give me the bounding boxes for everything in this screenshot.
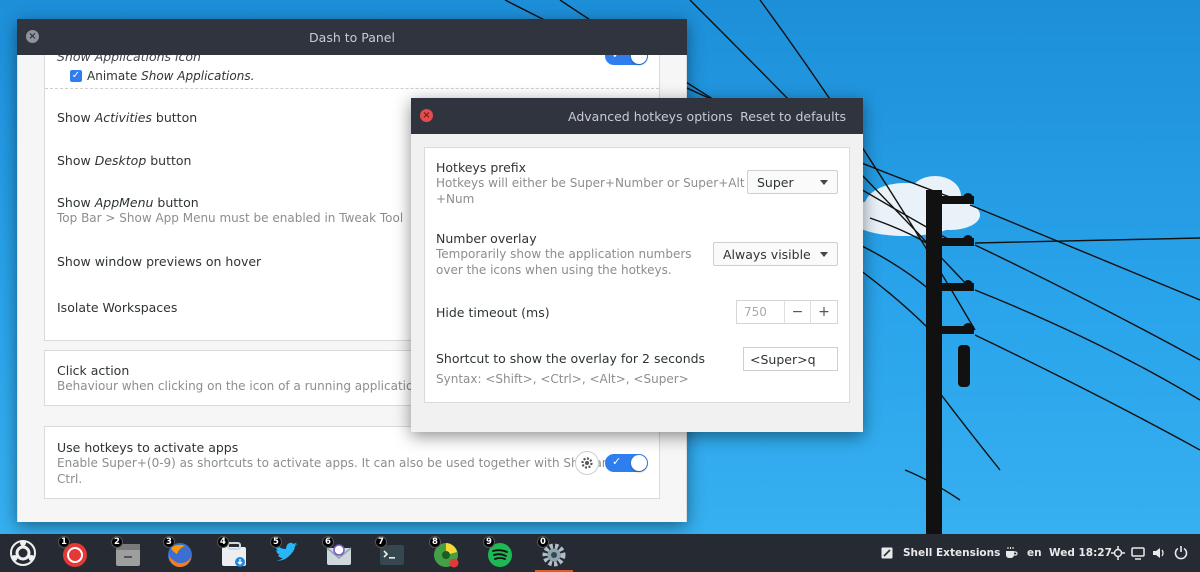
appmenu-subtitle: Top Bar > Show App Menu must be enabled …	[57, 211, 404, 225]
utility-pole	[926, 190, 974, 534]
close-icon[interactable]: ×	[420, 109, 433, 122]
display-icon[interactable]	[1131, 546, 1145, 560]
hotkeys-title: Use hotkeys to activate apps	[57, 440, 239, 455]
app-firefox[interactable]: 3	[163, 536, 193, 568]
dialog-titlebar: × Advanced hotkeys options Reset to defa…	[411, 98, 863, 134]
overlay-title: Number overlay	[436, 231, 537, 246]
hotkeys-subtitle-1: Enable Super+(0-9) as shortcuts to activ…	[57, 456, 618, 470]
row-show-activities[interactable]: Show Activities button	[57, 110, 197, 125]
animate-checkbox[interactable]: ✓	[70, 70, 82, 82]
app-record[interactable]: 1	[58, 536, 88, 568]
chevron-down-icon	[820, 252, 828, 257]
app-files[interactable]: 2	[111, 536, 141, 568]
ubuntu-logo-icon[interactable]	[9, 539, 37, 567]
gear-icon	[581, 457, 593, 469]
window-title: Dash to Panel	[309, 29, 395, 45]
prefix-title: Hotkeys prefix	[436, 160, 527, 175]
prefix-combo[interactable]: Super	[747, 170, 838, 194]
app-mail[interactable]: 6	[322, 536, 352, 568]
advanced-hotkeys-dialog: × Advanced hotkeys options Reset to defa…	[411, 98, 863, 432]
timeout-increment-button[interactable]: +	[811, 301, 837, 323]
shortcut-input[interactable]: <Super>q	[743, 347, 838, 371]
hotkeys-subtitle-2: Ctrl.	[57, 472, 83, 486]
hotkeys-settings-button[interactable]	[575, 451, 599, 475]
prefix-subtitle-1: Hotkeys will either be Super+Number or S…	[436, 176, 745, 190]
clock[interactable]: Wed 18:27	[1049, 547, 1112, 559]
row-show-appmenu[interactable]: Show AppMenu button	[57, 195, 199, 210]
app-terminal[interactable]: 7	[375, 536, 405, 568]
keyboard-language[interactable]: en	[1027, 547, 1042, 559]
timeout-spinbutton[interactable]: 750 − +	[736, 300, 838, 324]
close-icon[interactable]: ×	[26, 30, 39, 43]
overlay-combo[interactable]: Always visible	[713, 242, 838, 266]
prefix-subtitle-2: +Num	[436, 192, 475, 206]
timeout-title: Hide timeout (ms)	[436, 305, 550, 320]
app-twitter[interactable]: 5	[270, 536, 300, 568]
edit-icon	[881, 547, 893, 559]
animate-label: Animate Show Applications.	[87, 69, 255, 83]
row-window-previews[interactable]: Show window previews on hover	[57, 254, 261, 269]
click-action-subtitle: Behaviour when clicking on the icon of a…	[57, 379, 425, 393]
app-disk-usage[interactable]: 8	[429, 536, 459, 568]
hotkeys-toggle[interactable]: ✓	[605, 454, 648, 472]
shortcut-syntax: Syntax: <Shift>, <Ctrl>, <Alt>, <Super>	[436, 372, 689, 386]
coffee-cup-icon[interactable]	[1004, 546, 1018, 560]
overlay-subtitle-1: Temporarily show the application numbers	[436, 247, 692, 261]
focused-app-name[interactable]: Shell Extensions	[903, 547, 1000, 559]
dialog-title: Advanced hotkeys options	[568, 109, 733, 124]
titlebar: × Dash to Panel	[17, 19, 687, 55]
row-isolate-workspaces[interactable]: Isolate Workspaces	[57, 300, 177, 315]
shortcut-title: Shortcut to show the overlay for 2 secon…	[436, 351, 706, 366]
row-show-desktop[interactable]: Show Desktop button	[57, 153, 191, 168]
divider	[45, 88, 659, 89]
crosshair-icon[interactable]	[1111, 546, 1125, 560]
taskbar-panel: 1 2 3 4 5 6 7 8 9 0 Shell Extensions en	[0, 534, 1200, 572]
click-action-title: Click action	[57, 363, 130, 378]
power-icon[interactable]	[1174, 545, 1188, 560]
dialog-content: Hotkeys prefix Hotkeys will either be Su…	[424, 147, 850, 403]
show-applications-toggle[interactable]: ✓	[605, 55, 648, 65]
reset-to-defaults-button[interactable]: Reset to defaults	[740, 109, 846, 124]
show-applications-label: Show Applications icon	[57, 55, 201, 64]
app-spotify[interactable]: 9	[483, 536, 513, 568]
timeout-value[interactable]: 750	[737, 301, 785, 323]
app-software[interactable]: 4	[217, 536, 247, 568]
timeout-decrement-button[interactable]: −	[785, 301, 811, 323]
overlay-subtitle-2: over the icons when using the hotkeys.	[436, 263, 672, 277]
chevron-down-icon	[820, 180, 828, 185]
volume-icon[interactable]	[1152, 546, 1166, 560]
app-settings[interactable]: 0	[537, 536, 567, 568]
